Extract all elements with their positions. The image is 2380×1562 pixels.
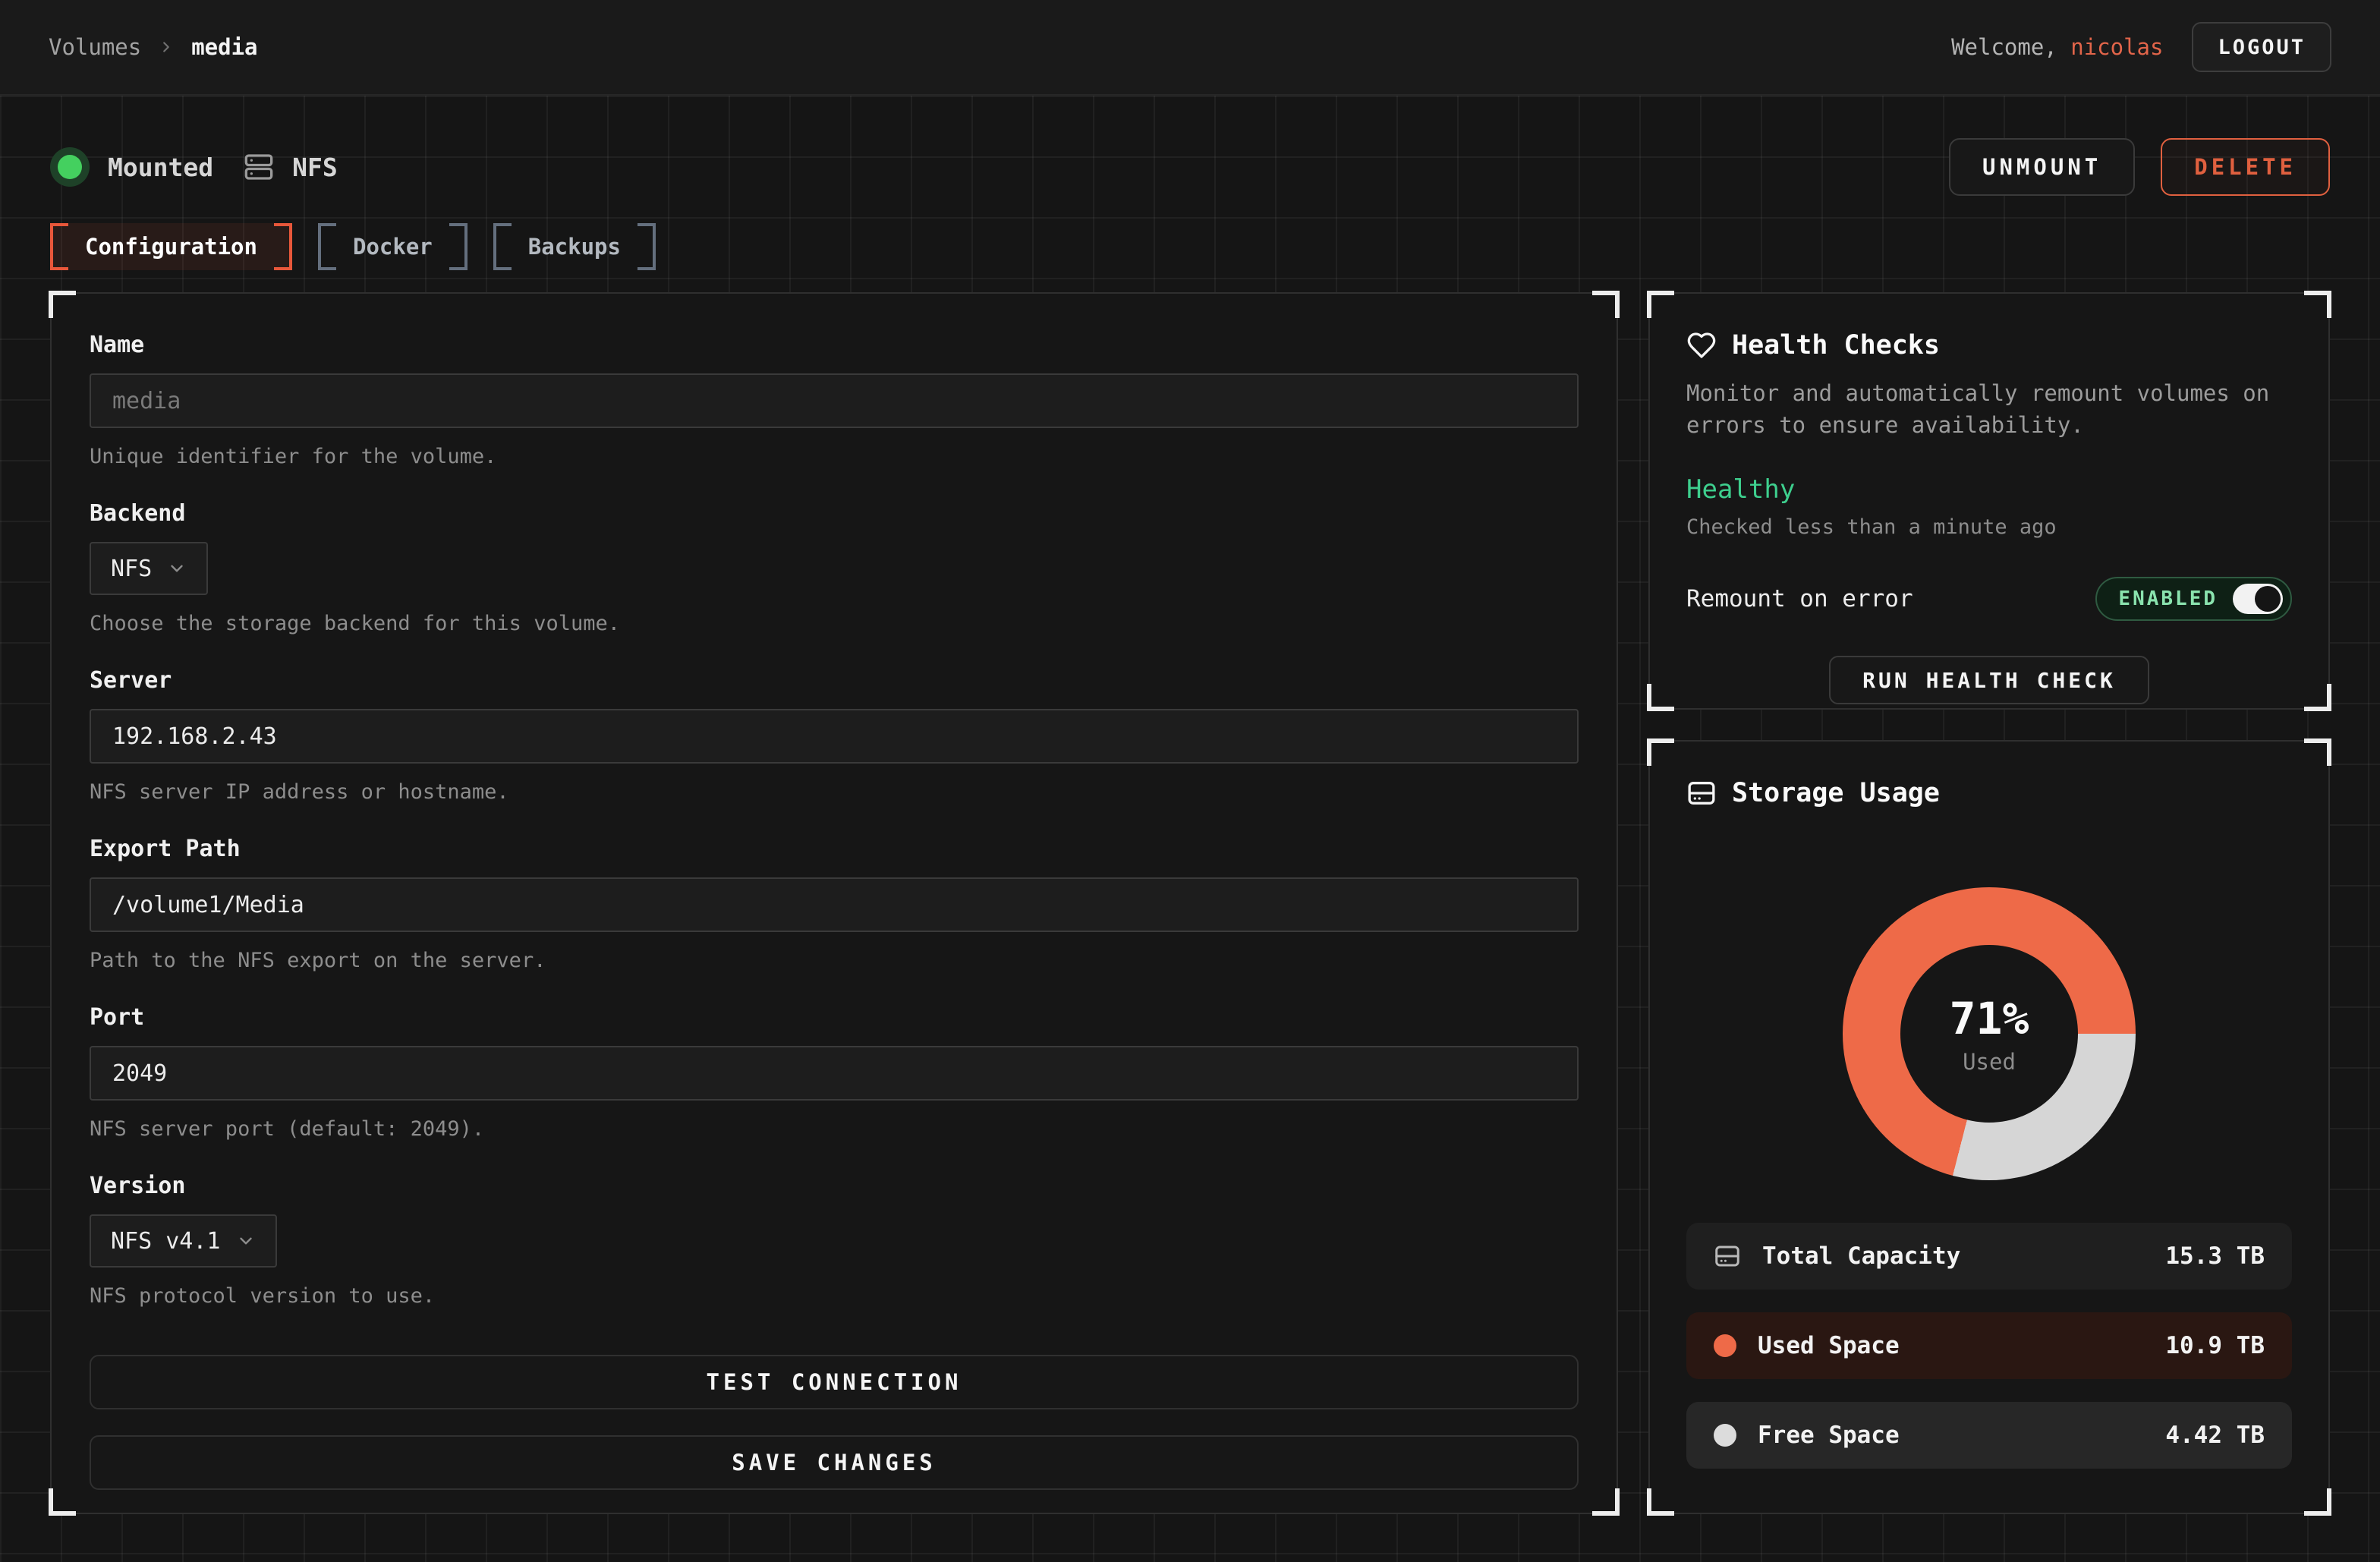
free-space-dot-icon	[1714, 1424, 1736, 1447]
free-space-label: Free Space	[1758, 1422, 2165, 1449]
storage-legend: Total Capacity 15.3 TB Used Space 10.9 T…	[1686, 1223, 2292, 1469]
version-help: NFS protocol version to use.	[90, 1284, 1579, 1308]
breadcrumb-volumes-link[interactable]: Volumes	[49, 34, 141, 60]
hard-drive-icon	[1686, 778, 1717, 808]
port-help: NFS server port (default: 2049).	[90, 1117, 1579, 1141]
tab-bar: Configuration Docker Backups	[50, 223, 656, 270]
storage-usage-title-row: Storage Usage	[1686, 778, 2292, 808]
corner-bracket	[49, 1488, 76, 1516]
version-select[interactable]: NFS v4.1	[90, 1214, 277, 1268]
server-label: Server	[90, 667, 1579, 694]
export-path-input[interactable]	[90, 877, 1579, 932]
toggle-switch	[2233, 584, 2283, 614]
status-row: Mounted NFS UNMOUNT DELETE	[50, 137, 2330, 197]
chevron-right-icon	[158, 39, 175, 55]
toggle-knob	[2255, 586, 2281, 612]
port-input[interactable]	[90, 1046, 1579, 1101]
breadcrumb: Volumes media	[49, 34, 258, 60]
hard-drive-icon	[1714, 1242, 1741, 1270]
volume-detail-page: Volumes media Welcome, nicolas LOGOUT Mo…	[0, 0, 2380, 1562]
total-capacity-label: Total Capacity	[1762, 1242, 2165, 1270]
remount-on-error-label: Remount on error	[1686, 585, 1913, 613]
donut-caption: Used	[1963, 1049, 2016, 1075]
corner-bracket	[1647, 684, 1674, 711]
export-path-help: Path to the NFS export on the server.	[90, 949, 1579, 972]
health-checks-panel: Health Checks Monitor and automatically …	[1648, 292, 2330, 710]
used-space-dot-icon	[1714, 1334, 1736, 1357]
save-changes-button[interactable]: SAVE CHANGES	[90, 1435, 1579, 1490]
welcome-prefix: Welcome,	[1951, 34, 2057, 60]
remount-toggle-state: ENABLED	[2118, 587, 2218, 610]
port-label: Port	[90, 1004, 1579, 1031]
health-last-checked: Checked less than a minute ago	[1686, 515, 2292, 539]
used-space-row: Used Space 10.9 TB	[1686, 1312, 2292, 1379]
server-help: NFS server IP address or hostname.	[90, 780, 1579, 804]
configuration-panel: Name Unique identifier for the volume. B…	[50, 292, 1618, 1514]
welcome-text: Welcome, nicolas	[1951, 34, 2163, 60]
remount-toggle[interactable]: ENABLED	[2095, 577, 2292, 621]
health-checks-title-row: Health Checks	[1686, 330, 2292, 361]
logout-button[interactable]: LOGOUT	[2192, 22, 2331, 72]
mounted-status-icon	[50, 147, 90, 187]
delete-button[interactable]: DELETE	[2161, 138, 2330, 196]
total-capacity-value: 15.3 TB	[2165, 1242, 2265, 1270]
top-bar-right: Welcome, nicolas LOGOUT	[1951, 22, 2331, 72]
username: nicolas	[2070, 34, 2163, 60]
breadcrumb-current: media	[191, 34, 257, 60]
health-checks-title: Health Checks	[1732, 330, 1940, 361]
remount-on-error-row: Remount on error ENABLED	[1686, 577, 2292, 621]
backend-badge: NFS	[292, 153, 338, 182]
storage-usage-panel: Storage Usage 71% Used Total Capacity 15…	[1648, 740, 2330, 1514]
tab-backups[interactable]: Backups	[493, 223, 656, 270]
run-health-check-button[interactable]: RUN HEALTH CHECK	[1829, 656, 2149, 704]
version-label: Version	[90, 1173, 1579, 1199]
corner-bracket	[1592, 291, 1620, 318]
unmount-button[interactable]: UNMOUNT	[1949, 138, 2135, 196]
tab-configuration[interactable]: Configuration	[50, 223, 292, 270]
tab-docker[interactable]: Docker	[318, 223, 468, 270]
used-space-value: 10.9 TB	[2165, 1332, 2265, 1359]
version-select-value: NFS v4.1	[111, 1228, 221, 1255]
total-capacity-row: Total Capacity 15.3 TB	[1686, 1223, 2292, 1290]
chevron-down-icon	[167, 559, 187, 578]
volume-actions: UNMOUNT DELETE	[1949, 138, 2330, 196]
top-bar: Volumes media Welcome, nicolas LOGOUT	[0, 0, 2380, 96]
mount-status: Mounted NFS	[50, 147, 338, 187]
server-icon	[244, 152, 274, 182]
health-checks-description: Monitor and automatically remount volume…	[1686, 377, 2292, 441]
name-label: Name	[90, 332, 1579, 358]
chevron-down-icon	[236, 1231, 256, 1251]
test-connection-button[interactable]: TEST CONNECTION	[90, 1355, 1579, 1409]
corner-bracket	[1647, 291, 1674, 318]
mount-state-label: Mounted	[108, 153, 213, 182]
used-space-label: Used Space	[1758, 1332, 2165, 1359]
storage-donut-chart: 71% Used	[1843, 887, 2136, 1180]
name-help: Unique identifier for the volume.	[90, 445, 1579, 468]
export-path-label: Export Path	[90, 836, 1579, 862]
health-status: Healthy	[1686, 474, 2292, 505]
corner-bracket	[2304, 291, 2331, 318]
heart-icon	[1686, 330, 1717, 361]
backend-select[interactable]: NFS	[90, 542, 208, 595]
donut-center: 71% Used	[1900, 945, 2078, 1123]
backend-select-value: NFS	[111, 556, 152, 582]
corner-bracket	[1647, 738, 1674, 766]
server-input[interactable]	[90, 709, 1579, 764]
donut-percent: 71%	[1950, 993, 2029, 1044]
storage-usage-title: Storage Usage	[1732, 778, 1940, 808]
corner-bracket	[2304, 738, 2331, 766]
corner-bracket	[49, 291, 76, 318]
free-space-row: Free Space 4.42 TB	[1686, 1402, 2292, 1469]
backend-help: Choose the storage backend for this volu…	[90, 612, 1579, 635]
corner-bracket	[2304, 1488, 2331, 1516]
free-space-value: 4.42 TB	[2165, 1422, 2265, 1449]
name-input[interactable]	[90, 373, 1579, 428]
backend-label: Backend	[90, 500, 1579, 527]
corner-bracket	[2304, 684, 2331, 711]
corner-bracket	[1647, 1488, 1674, 1516]
corner-bracket	[1592, 1488, 1620, 1516]
